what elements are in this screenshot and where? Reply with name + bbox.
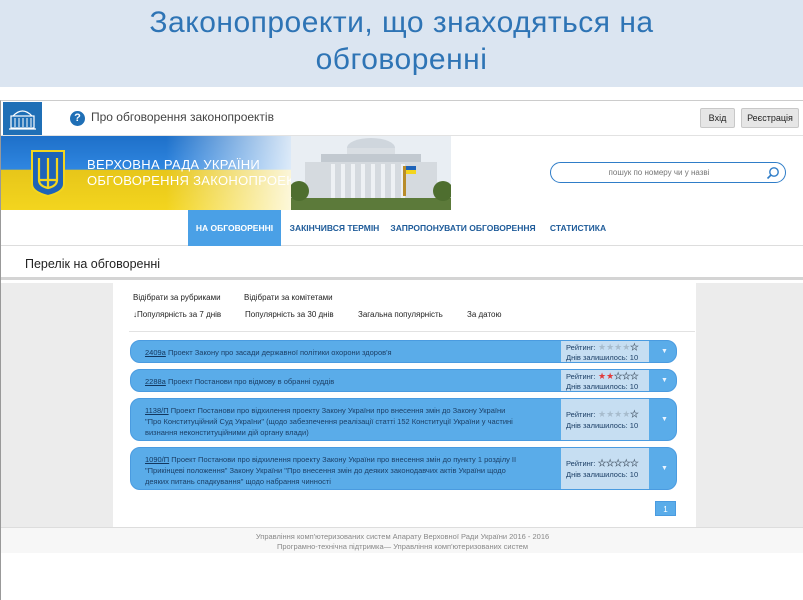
footer-line1: Управління комп'ютеризованих систем Апар… (255, 532, 550, 541)
bill-meta: Рейтинг: ★★★★★ Днів залишилось: 10 (561, 448, 649, 489)
page-title: Перелік на обговоренні (25, 257, 161, 271)
chevron-down-icon[interactable]: ▼ (661, 377, 668, 384)
sort-by-date[interactable]: За датою (467, 310, 501, 319)
divider (129, 331, 695, 332)
star-icon[interactable]: ★ (598, 342, 606, 352)
tab-on-discussion[interactable]: НА ОБГОВОРЕННІ (188, 210, 281, 246)
star-icon[interactable]: ★ (606, 371, 614, 381)
sort-popular-overall[interactable]: Загальна популярність (358, 310, 443, 319)
chevron-down-icon[interactable]: ▼ (661, 416, 668, 423)
rating-label: Рейтинг: (566, 459, 596, 468)
register-button[interactable]: Реєстрація (741, 108, 799, 128)
sort-popular-7-days[interactable]: ↓Популярність за 7 днів (133, 310, 221, 319)
bill-meta: Рейтинг: ★★★★★ Днів залишилось: 10 (561, 399, 649, 440)
parliament-building-image (291, 136, 451, 210)
rating-label: Рейтинг: (566, 372, 596, 381)
star-icon[interactable]: ★ (630, 371, 639, 381)
trident-icon (31, 150, 65, 198)
site-banner: ВЕРХОВНА РАДА УКРАЇНИ ОБГОВОРЕННЯ ЗАКОНО… (1, 136, 803, 210)
pagination-page-1[interactable]: 1 (655, 501, 676, 516)
bill-title[interactable]: 1138/П Проект Постанови про відхилення п… (145, 405, 513, 438)
slide-title-line1: Законопроекти, що знаходяться на (149, 6, 654, 39)
star-icon[interactable]: ★ (598, 409, 606, 419)
star-icon[interactable]: ★ (598, 458, 607, 468)
chevron-down-icon[interactable]: ▼ (661, 348, 668, 355)
search-input[interactable] (559, 165, 759, 180)
bill-row[interactable]: 1138/П Проект Постанови про відхилення п… (130, 398, 677, 441)
help-icon[interactable]: ? (70, 111, 85, 126)
rating-stars[interactable]: ★★★★★ (598, 342, 639, 352)
footer: Управління комп'ютеризованих систем Апар… (1, 527, 803, 553)
star-icon[interactable]: ★ (630, 409, 639, 419)
page-heading: Перелік на обговоренні (1, 246, 803, 280)
rating-stars[interactable]: ★★★★★ (598, 371, 639, 381)
banner-subtitle: ОБГОВОРЕННЯ ЗАКОНОПРОЕКТІВ (87, 173, 316, 188)
tab-statistics[interactable]: СТАТИСТИКА (538, 210, 618, 246)
filter-by-rubrics[interactable]: Відібрати за рубриками (133, 293, 221, 302)
bill-title[interactable]: 2288а Проект Постанови про відмову в обр… (145, 376, 334, 387)
star-icon[interactable]: ★ (606, 409, 614, 419)
bill-row[interactable]: 1090/П Проект Постанови про відхилення п… (130, 447, 677, 490)
presentation-slide: Законопроекти, що знаходяться на обговор… (0, 0, 803, 600)
star-icon[interactable]: ★ (630, 342, 639, 352)
days-left: Днів залишилось: 10 (566, 382, 639, 391)
top-bar: ? Про обговорення законопроектів Вхід Ре… (1, 101, 803, 136)
about-discussion-link[interactable]: Про обговорення законопроектів (91, 110, 274, 124)
tab-propose-discussion[interactable]: ЗАПРОПОНУВАТИ ОБГОВОРЕННЯ (388, 210, 538, 246)
banner-title: ВЕРХОВНА РАДА УКРАЇНИ (87, 157, 261, 172)
main-navigation: НА ОБГОВОРЕННІ ЗАКІНЧИВСЯ ТЕРМІН ЗАПРОПО… (1, 210, 803, 246)
parliament-logo-icon[interactable] (3, 102, 42, 135)
rating-stars[interactable]: ★★★★★ (598, 409, 639, 419)
bill-number[interactable]: 1090/П (145, 455, 169, 464)
days-left: Днів залишилось: 10 (566, 421, 639, 430)
tab-term-expired[interactable]: ЗАКІНЧИВСЯ ТЕРМІН (281, 210, 388, 246)
filter-by-committees[interactable]: Відібрати за комітетами (244, 293, 333, 302)
star-icon[interactable]: ★ (606, 458, 615, 468)
days-left: Днів залишилось: 10 (566, 353, 639, 362)
bill-meta: Рейтинг: ★★★★★ Днів залишилось: 10 (561, 370, 649, 391)
bill-row[interactable]: 2409а Проект Закону про засади державної… (130, 340, 677, 363)
bill-title[interactable]: 1090/П Проект Постанови про відхилення п… (145, 454, 516, 487)
bill-meta: Рейтинг: ★★★★★ Днів залишилось: 10 (561, 341, 649, 362)
rating-label: Рейтинг: (566, 343, 596, 352)
slide-title: Законопроекти, що знаходяться на обговор… (0, 0, 803, 87)
star-icon[interactable]: ★ (630, 458, 639, 468)
sort-popular-30-days[interactable]: Популярність за 30 днів (245, 310, 334, 319)
chevron-down-icon[interactable]: ▼ (661, 465, 668, 472)
bill-title[interactable]: 2409а Проект Закону про засади державної… (145, 347, 392, 358)
rating-stars[interactable]: ★★★★★ (598, 458, 639, 468)
days-left: Днів залишилось: 10 (566, 470, 639, 479)
star-icon[interactable]: ★ (606, 342, 614, 352)
bill-number[interactable]: 2288а (145, 377, 166, 386)
search-box (550, 162, 786, 183)
bill-number[interactable]: 1138/П (145, 406, 169, 415)
star-icon[interactable]: ★ (598, 371, 606, 381)
login-button[interactable]: Вхід (700, 108, 735, 128)
bill-number[interactable]: 2409а (145, 348, 166, 357)
rating-label: Рейтинг: (566, 410, 596, 419)
bill-row[interactable]: 2288а Проект Постанови про відмову в обр… (130, 369, 677, 392)
search-icon[interactable] (766, 166, 780, 180)
slide-title-line2: обговоренні (315, 43, 488, 76)
footer-line2: Програмно-технічна підтримка— Управління… (276, 542, 529, 551)
website-screenshot: ? Про обговорення законопроектів Вхід Ре… (0, 100, 803, 600)
